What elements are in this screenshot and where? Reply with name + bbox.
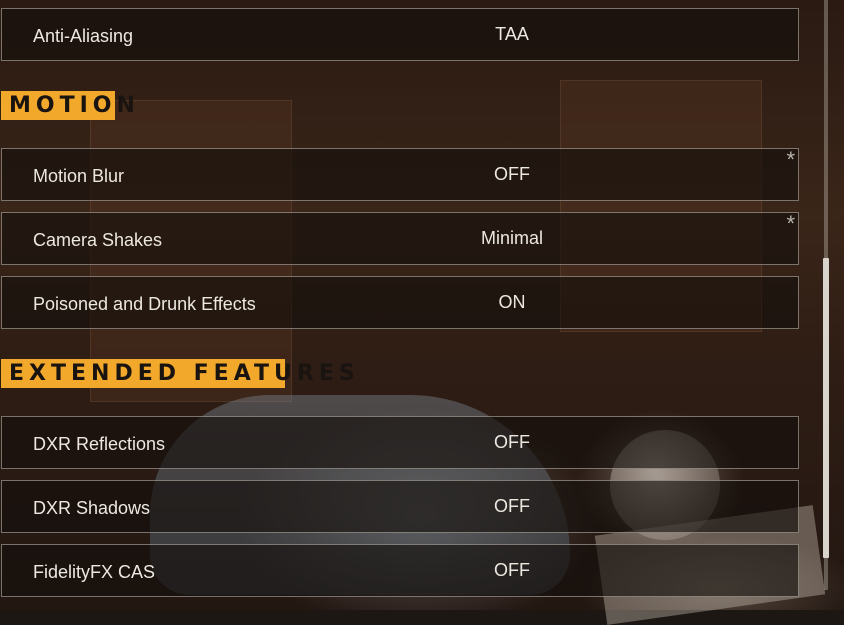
- section-title: MOTION: [9, 93, 140, 118]
- setting-row-dxr-reflections[interactable]: DXR Reflections OFF: [1, 416, 799, 469]
- setting-value[interactable]: ON: [402, 292, 622, 313]
- section-title: EXTENDED FEATURES: [9, 361, 360, 386]
- setting-value[interactable]: Minimal: [402, 228, 622, 249]
- setting-value[interactable]: OFF: [402, 164, 622, 185]
- setting-label: Camera Shakes: [33, 230, 163, 250]
- setting-label: Motion Blur: [33, 166, 125, 186]
- setting-row-dxr-shadows[interactable]: DXR Shadows OFF: [1, 480, 799, 533]
- setting-label: DXR Reflections: [33, 434, 166, 454]
- setting-row-anti-aliasing[interactable]: Anti-Aliasing TAA: [1, 8, 799, 61]
- setting-label: Anti-Aliasing: [33, 26, 134, 46]
- setting-row-poisoned-drunk-effects[interactable]: Poisoned and Drunk Effects ON: [1, 276, 799, 329]
- changed-marker-icon: *: [786, 211, 795, 236]
- setting-value[interactable]: OFF: [402, 432, 622, 453]
- setting-value[interactable]: OFF: [402, 496, 622, 517]
- setting-row-motion-blur[interactable]: Motion Blur OFF *: [1, 148, 799, 201]
- setting-value[interactable]: TAA: [402, 24, 622, 45]
- setting-label: FidelityFX CAS: [33, 562, 156, 582]
- section-header-motion: MOTION: [1, 91, 140, 120]
- changed-marker-icon: *: [786, 147, 795, 172]
- setting-row-camera-shakes[interactable]: Camera Shakes Minimal *: [1, 212, 799, 265]
- scrollbar-thumb[interactable]: [823, 258, 829, 558]
- section-header-extended-features: EXTENDED FEATURES: [1, 359, 360, 388]
- setting-label: Poisoned and Drunk Effects: [33, 294, 256, 314]
- setting-label: DXR Shadows: [33, 498, 151, 518]
- setting-row-fidelityfx-cas[interactable]: FidelityFX CAS OFF: [1, 544, 799, 597]
- setting-value[interactable]: OFF: [402, 560, 622, 581]
